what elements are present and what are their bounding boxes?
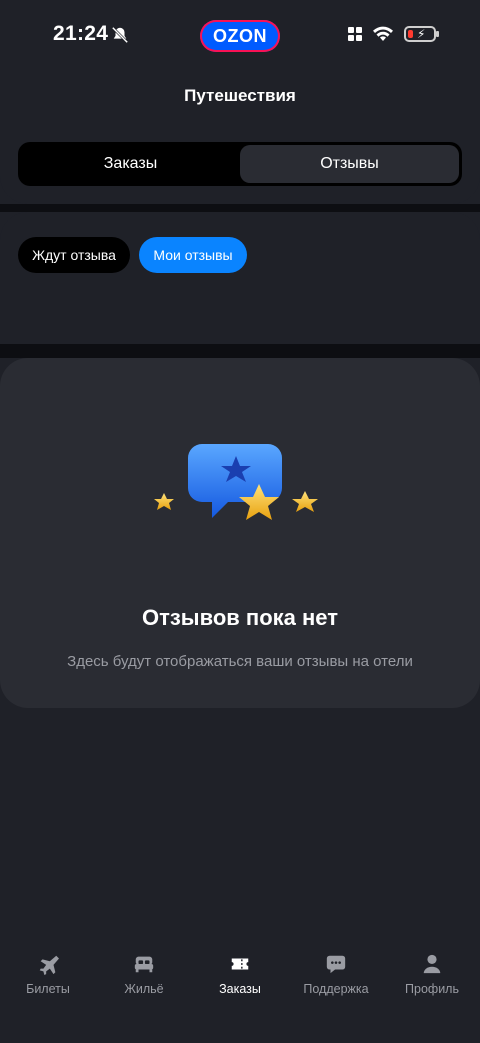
bed-icon [132,952,156,976]
ticket-icon [228,952,252,976]
tab-orders[interactable]: Заказы [192,952,288,1012]
tab-profile[interactable]: Профиль [384,952,480,1012]
section-divider [0,344,480,358]
tab-label: Билеты [26,982,70,996]
chat-icon [324,952,348,976]
tab-housing[interactable]: Жильё [96,952,192,1012]
wifi-icon [373,26,393,41]
chip-awaiting-review[interactable]: Ждут отзыва [18,237,130,273]
filter-card [0,212,480,344]
user-icon [420,952,444,976]
app-screen: 21:24 OZON ⚡ Путешествия Заказы Отзывы Ж… [0,0,480,1043]
bell-muted-icon [111,26,129,44]
page-title: Путешествия [184,86,296,105]
segment-reviews[interactable]: Отзывы [240,145,459,183]
tab-label: Жильё [124,982,164,996]
battery-icon: ⚡ [404,26,439,42]
orders-reviews-switch: Заказы Отзывы [18,142,462,186]
status-bar: 21:24 OZON ⚡ [0,0,480,72]
segment-orders[interactable]: Заказы [21,145,240,183]
chip-my-reviews[interactable]: Мои отзывы [139,237,247,273]
tab-label: Заказы [219,982,261,996]
cellular-signal-icon [348,27,362,41]
section-divider [0,204,480,212]
plane-icon [36,952,60,976]
tab-tickets[interactable]: Билеты [0,952,96,1012]
bottom-tab-bar: Билеты Жильё Заказы Поддержка Профиль [0,952,480,1012]
empty-state-title: Отзывов пока нет [141,605,338,630]
ozon-logo-text: OZON [213,25,267,46]
reviews-illustration-icon [154,444,318,520]
status-indicators: ⚡ [348,26,439,42]
empty-state-subtitle: Здесь будут отображаться ваши отзывы на … [67,653,413,670]
ozon-logo: OZON [200,20,280,52]
status-time: 21:24 [53,22,109,45]
tab-support[interactable]: Поддержка [288,952,384,1012]
tab-label: Поддержка [303,982,369,996]
tab-label: Профиль [405,982,459,996]
